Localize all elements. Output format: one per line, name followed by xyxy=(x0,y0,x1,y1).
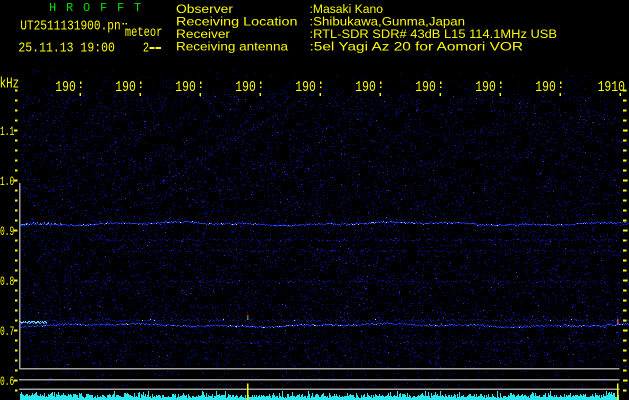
svg-text:kHz: kHz xyxy=(0,76,19,93)
svg-text:190: 190 xyxy=(175,80,196,96)
svg-text:2: 2 xyxy=(143,40,149,56)
svg-text::5el Yagi Az 20 for Aomori VOR: :5el Yagi Az 20 for Aomori VOR xyxy=(310,40,524,54)
svg-text:1910: 1910 xyxy=(598,80,625,96)
svg-text:190: 190 xyxy=(235,80,256,96)
svg-text:25.11.13 19:00: 25.11.13 19:00 xyxy=(18,40,115,56)
svg-text:190: 190 xyxy=(535,80,556,96)
svg-text:meteor: meteor xyxy=(125,26,162,41)
svg-text:190: 190 xyxy=(415,80,436,96)
svg-text:190: 190 xyxy=(355,80,376,96)
svg-text:F: F xyxy=(117,1,124,15)
svg-text:0.9: 0.9 xyxy=(0,224,14,239)
svg-text:190: 190 xyxy=(115,80,136,96)
svg-text:0.7: 0.7 xyxy=(0,324,14,339)
svg-text:Receiving antenna: Receiving antenna xyxy=(176,40,288,54)
svg-text:H: H xyxy=(49,1,56,15)
svg-text:1.0: 1.0 xyxy=(0,174,14,189)
svg-text:190: 190 xyxy=(55,80,76,96)
svg-text:1.1: 1.1 xyxy=(0,124,14,139)
svg-text:0.6: 0.6 xyxy=(0,374,14,389)
svg-text:F: F xyxy=(100,1,107,15)
svg-text:R: R xyxy=(66,1,73,15)
svg-text:0.8: 0.8 xyxy=(0,274,14,289)
svg-text:190: 190 xyxy=(475,80,496,96)
svg-text:190: 190 xyxy=(295,80,316,96)
svg-text:T: T xyxy=(134,1,141,15)
svg-text:UT2511131900.pn: UT2511131900.pn xyxy=(20,19,121,35)
svg-text:O: O xyxy=(83,1,90,15)
